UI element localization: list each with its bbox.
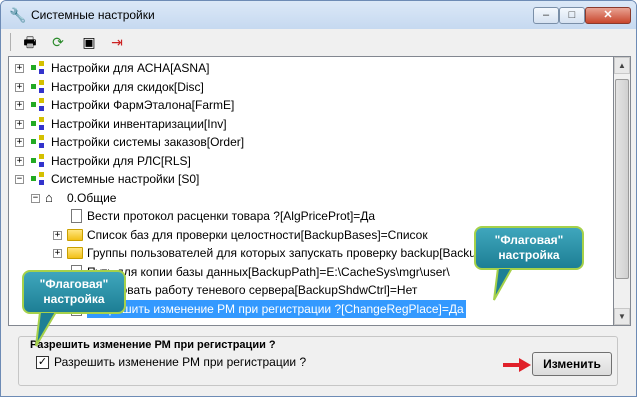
tree-group-row[interactable]: + Настройки для АСНА[ASNA] [9,59,599,77]
tree-group-row[interactable]: + Настройки для РЛС[RLS] [9,152,599,170]
exit-icon[interactable]: ⇥ [107,32,127,52]
tree-setting-row[interactable]: Вести протокол расценки товара ?[AlgPric… [9,207,609,225]
toolbar-separator [10,33,11,51]
tree-group-row[interactable]: + Настройки инвентаризации[Inv] [9,115,599,133]
red-arrow-icon [503,358,531,372]
window-title: Системные настройки [31,8,155,22]
tree-group-row[interactable]: + Настройки системы заказов[Order] [9,133,599,151]
tree-setting-label: Копировать работу теневого сервера[Backu… [87,283,418,297]
tree-setting-label: Путь для копии базы данных[BackupPath]=E… [87,264,450,279]
title-bar: 🔧 Системные настройки – □ ✕ [1,1,636,29]
document-icon [71,209,82,223]
tree-group-label: Настройки системы заказов[Order] [51,135,245,149]
callout-text: настройка [43,292,105,306]
group-icon [31,61,45,75]
minimize-button[interactable]: – [533,7,559,24]
expand-icon[interactable]: + [15,101,24,110]
print-icon[interactable]: 🖶 [20,32,40,52]
expand-icon[interactable]: + [53,230,62,240]
tree-group-label: Настройки для АСНА[ASNA] [51,61,210,75]
close-button[interactable]: ✕ [585,7,631,24]
expand-icon[interactable]: + [53,249,62,258]
callout-tail [35,312,58,347]
checkmark-icon: ✓ [37,356,48,368]
tree-group-row[interactable]: + Настройки ФармЭталона[FarmE] [9,96,599,114]
callout-text: настройка [498,248,560,262]
tree-group-label: Системные настройки [S0] [51,172,200,186]
tree-setting-label: Список баз для проверки целостности[Back… [87,227,428,242]
scroll-thumb[interactable] [615,79,629,279]
folder-icon [67,247,83,259]
scroll-down-button[interactable]: ▼ [614,308,630,325]
callout-text: "Флаговая" [39,277,109,291]
callout-text: "Флаговая" [494,233,564,247]
group-icon [31,116,45,131]
tree-group-label: Настройки ФармЭталона[FarmE] [51,98,235,112]
expand-icon[interactable]: + [15,119,24,129]
tree-subgroup-label: 0.Общие [67,190,117,205]
expand-icon[interactable]: + [15,64,24,73]
tree-group-label: Настройки инвентаризации[Inv] [51,116,227,131]
group-icon [31,135,45,149]
expand-icon[interactable]: + [15,82,24,92]
vertical-scrollbar[interactable]: ▲ ▼ [614,56,631,326]
expand-icon[interactable]: + [15,156,24,166]
refresh-icon[interactable]: ⟳ [48,32,68,52]
scroll-up-button[interactable]: ▲ [614,57,630,74]
group-icon [31,172,45,186]
toolbar: 🖶 ⟳ ▣ ⇥ [6,30,630,54]
flag-checkbox-label[interactable]: Разрешить изменение РМ при регистрации ? [54,355,306,369]
tree-group-label: Настройки для РЛС[RLS] [51,153,191,168]
callout-tail [493,268,514,301]
group-icon [31,79,45,94]
folder-icon [67,228,83,241]
selected-setting-label: Разрешить изменение РМ при регистрации ?… [87,299,466,318]
group-icon [31,98,45,112]
tree-setting-label: Вести протокол расценки товара ?[AlgPric… [87,209,376,223]
flag-checkbox[interactable]: ✓ [36,356,49,369]
tree-group-label: Настройки для скидок[Disc] [51,79,204,94]
flag-callout-left: "Флаговая" настройка [22,270,126,314]
home-icon: ⌂ [45,189,53,205]
maximize-button[interactable]: □ [559,7,585,24]
export-icon[interactable]: ▣ [79,32,99,52]
collapse-icon[interactable]: − [31,193,40,203]
collapse-icon[interactable]: − [15,175,24,184]
wrench-icon: 🔧 [9,7,27,23]
expand-icon[interactable]: + [15,138,24,147]
tree-group-row[interactable]: + Настройки для скидок[Disc] [9,78,599,96]
change-button[interactable]: Изменить [532,352,612,376]
flag-callout-right: "Флаговая" настройка [474,226,584,270]
tree-group-row[interactable]: − Системные настройки [S0] [9,170,599,188]
tree-subgroup-row[interactable]: − ⌂ 0.Общие [9,189,599,207]
group-icon [31,153,45,168]
